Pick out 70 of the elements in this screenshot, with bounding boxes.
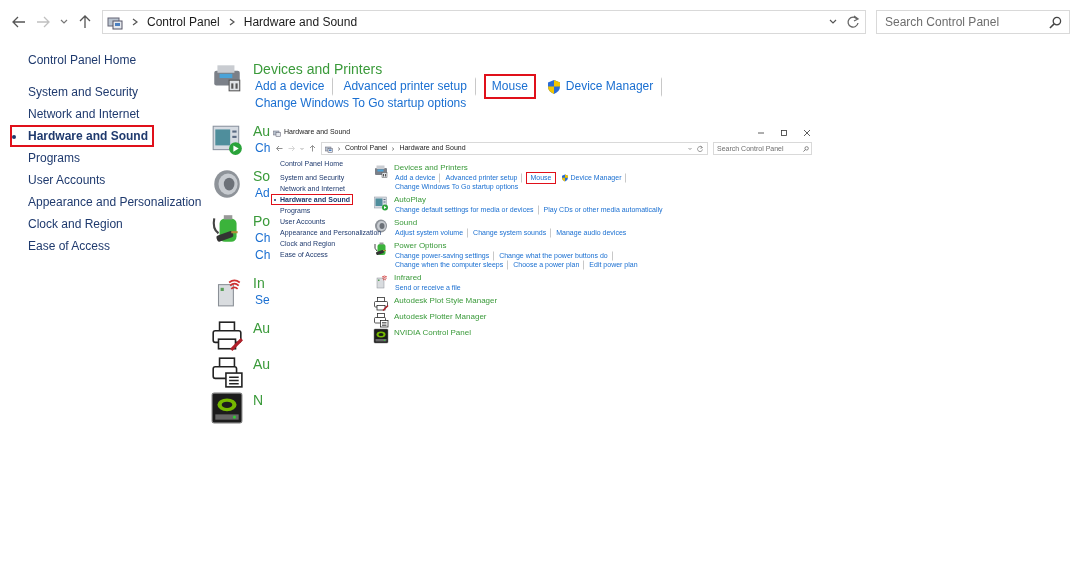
category-title-link[interactable]: N: [253, 391, 264, 409]
category-title-link[interactable]: Autodesk Plotter Manager: [394, 312, 487, 322]
sidebar-link[interactable]: Network and Internet: [10, 103, 146, 125]
breadcrumb-chevron-icon: [391, 146, 396, 151]
search-icon: [803, 145, 809, 152]
search-field[interactable]: Search Control Panel: [876, 10, 1070, 34]
task-link[interactable]: Ad: [253, 184, 272, 203]
search-icon: [1049, 16, 1062, 29]
category-title-link[interactable]: Infrared: [394, 273, 422, 283]
category-title-link[interactable]: NVIDIA Control Panel: [394, 328, 471, 338]
control-panel-icon: [107, 14, 123, 30]
category-title-link[interactable]: Au: [253, 355, 271, 373]
category-title-link[interactable]: So: [253, 167, 271, 185]
refresh-icon[interactable]: [845, 14, 861, 30]
printer-list-icon: [373, 312, 389, 328]
wireless-tower-icon: [373, 273, 389, 289]
graphics-card-icon: [373, 328, 389, 344]
battery-plug-icon: [373, 241, 389, 257]
sidebar-link[interactable]: Clock and Region: [10, 213, 129, 235]
task-link[interactable]: Se: [253, 291, 272, 310]
task-link[interactable]: Advanced printer setup: [341, 77, 476, 96]
category-title-link[interactable]: AutoPlay: [394, 195, 427, 205]
sidebar-link[interactable]: Hardware and Sound: [10, 125, 155, 147]
task-link[interactable]: Ch: [253, 229, 273, 248]
up-arrow-icon[interactable]: [309, 145, 316, 152]
back-arrow-icon[interactable]: [12, 15, 26, 29]
breadcrumb[interactable]: Hardware and Sound: [243, 13, 358, 31]
category-title-link[interactable]: Autodesk Plot Style Manager: [394, 296, 498, 306]
category-title-link[interactable]: Au: [253, 319, 271, 337]
media-player-icon: [373, 195, 389, 211]
sidebar-link[interactable]: System and Security: [10, 81, 145, 103]
sidebar-link[interactable]: Ease of Access: [10, 235, 117, 257]
maximize-icon[interactable]: [781, 129, 787, 136]
printer-icon: [373, 296, 389, 312]
breadcrumb-chevron-icon: [227, 18, 236, 26]
printer-icon: [210, 319, 244, 353]
control-panel-icon: [273, 128, 281, 137]
dropdown-icon[interactable]: [829, 18, 837, 26]
printer-list-icon: [210, 355, 244, 389]
refresh-icon[interactable]: [696, 144, 704, 153]
task-link[interactable]: Ch: [253, 139, 273, 158]
category-title-link[interactable]: Sound: [394, 218, 418, 228]
breadcrumb[interactable]: Control Panel: [147, 13, 220, 31]
sidebar-link[interactable]: Programs: [10, 147, 86, 169]
up-arrow-icon[interactable]: [78, 15, 92, 29]
category-title-link[interactable]: Au: [253, 122, 271, 140]
category-title-link[interactable]: Devices and Printers: [394, 163, 468, 173]
sidebar-home-link[interactable]: Control Panel Home: [28, 52, 137, 68]
category-title-link[interactable]: Po: [253, 212, 271, 230]
recent-dropdown-icon[interactable]: [60, 18, 68, 26]
task-link[interactable]: Add a device: [253, 77, 334, 96]
task-link[interactable]: Mouse: [483, 74, 536, 99]
forward-arrow-icon[interactable]: [36, 15, 50, 29]
breadcrumb-chevron-icon: [337, 146, 341, 151]
category-title-link[interactable]: In: [253, 274, 265, 292]
graphics-card-icon: [210, 391, 244, 425]
back-arrow-icon[interactable]: [276, 145, 283, 152]
task-link[interactable]: Change Windows To Go startup options: [253, 94, 469, 113]
minimize-icon[interactable]: [758, 129, 764, 136]
address-bar[interactable]: Control Panel Hardware and Sound: [102, 10, 866, 34]
sidebar-link[interactable]: User Accounts: [10, 169, 112, 191]
sidebar-link[interactable]: Appearance and Personalization: [10, 191, 208, 213]
breadcrumb-chevron-icon: [131, 18, 139, 26]
category-title-link[interactable]: Devices and Printers: [253, 60, 383, 78]
task-link[interactable]: Device Manager: [543, 76, 663, 97]
printer-device-icon: [373, 163, 389, 179]
task-link[interactable]: Ch: [253, 246, 273, 265]
close-icon[interactable]: [804, 129, 810, 136]
control-panel-icon: [325, 144, 333, 153]
category-title-link[interactable]: Power Options: [394, 241, 447, 251]
